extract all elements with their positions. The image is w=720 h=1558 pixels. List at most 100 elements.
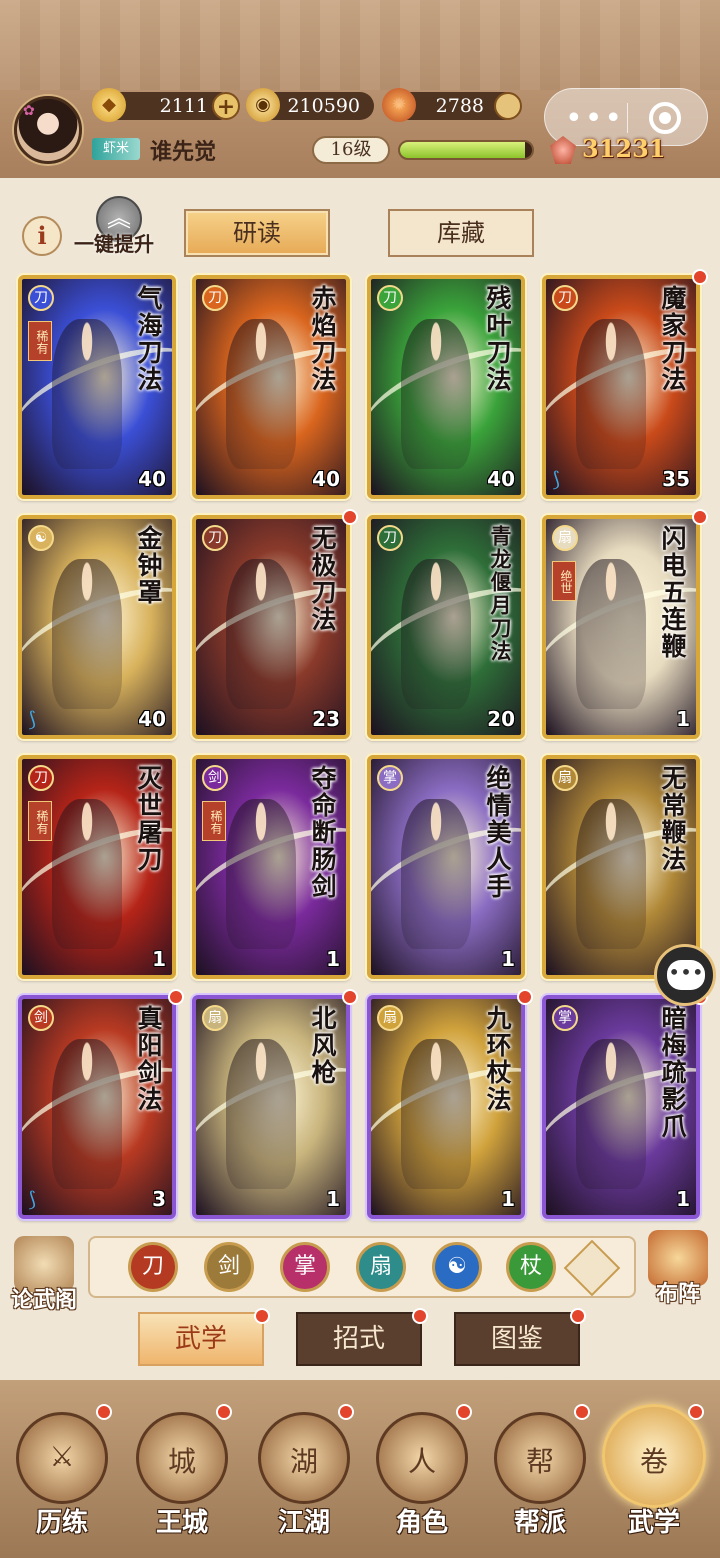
chat-button[interactable]: ••• [654,944,716,1006]
nav-pouch[interactable]: 湖江湖 [250,1404,358,1544]
subtab-martial[interactable]: 武学 [138,1312,264,1366]
gold-counter: ◆ 2111 + [92,88,240,122]
card-red-dot [342,989,358,1005]
lunwuge-button[interactable]: 论武阁 [6,1236,82,1314]
pouch-icon: 湖 [289,1445,318,1478]
skill-card[interactable]: 刀稀有 灭世屠刀 1 [18,755,176,979]
bowl-icon[interactable] [494,92,522,120]
staff-icon: 杖 [519,1254,542,1279]
coin-counter: ◉ 210590 [246,88,374,122]
card-title: 无极刀法 [308,525,337,633]
hat-icon: 人 [407,1445,436,1478]
card-title: 青龙偃月刀法 [488,525,513,663]
close-miniprogram-icon[interactable] [649,102,681,134]
more-icon[interactable]: ••• [565,101,624,136]
warrior-figure [226,559,296,709]
player-level: 16级 [312,136,390,164]
card-title: 气海刀法 [134,285,163,393]
nav-label: 历练 [35,1508,88,1538]
info-icon[interactable]: i [22,216,62,256]
card-red-dot [168,989,184,1005]
filter-sword-icon[interactable]: 剑 [204,1242,254,1292]
nav-red-dot [96,1404,112,1420]
warrior-figure [401,799,471,949]
nav-hat[interactable]: 人角色 [368,1404,476,1544]
card-count: 40 [138,707,166,731]
nav-emblem[interactable]: 帮帮派 [486,1404,594,1544]
nav-red-dot [574,1404,590,1420]
card-red-dot [692,269,708,285]
card-count: 1 [501,1187,515,1211]
nav-red-dot [688,1404,704,1420]
avatar[interactable]: ✿ [14,96,82,164]
subtab-moves[interactable]: 招式 [296,1312,422,1366]
skill-card[interactable]: 扇 北风枪 1 [192,995,350,1219]
fan-icon: 扇 [552,525,578,551]
warrior-figure [226,319,296,469]
rank-tag: 虾米 [92,138,140,160]
card-count: 20 [487,707,515,731]
skill-card[interactable]: 刀 魔家刀法 35 ⟆ [542,275,700,499]
skill-card[interactable]: 刀 无极刀法 23 [192,515,350,739]
nav-label: 王城 [155,1508,208,1538]
card-count: 23 [312,707,340,731]
saber-icon: 刀 [28,765,54,791]
skill-card[interactable]: 扇绝世 闪电五连鞭 1 [542,515,700,739]
lunwuge-label: 论武阁 [10,1287,77,1313]
emblem-icon: 帮 [525,1445,554,1478]
nav-label: 江湖 [277,1508,330,1538]
rarity-badge: 绝世 [552,561,576,601]
rarity-badge: 稀有 [202,801,226,841]
filter-taiji-icon[interactable]: ☯ [432,1242,482,1292]
card-title: 残叶刀法 [483,285,512,393]
nav-castle[interactable]: 城王城 [128,1404,236,1544]
filter-saber-icon[interactable]: 刀 [128,1242,178,1292]
skill-card[interactable]: 扇 九环杖法 1 [367,995,525,1219]
nav-sword[interactable]: ⚔ 历练 [8,1404,116,1544]
warrior-figure [226,1039,296,1189]
fan-icon: 扇 [202,1005,228,1031]
skill-card[interactable]: 刀稀有 气海刀法 40 [18,275,176,499]
water-drop-icon: ⟆ [28,1187,36,1211]
skill-card[interactable]: 掌 暗梅疏影爪 1 [542,995,700,1219]
nav-label: 武学 [627,1508,680,1538]
player-name: 谁先觉 [150,139,217,165]
card-title: 无常鞭法 [658,765,687,873]
saber-icon: 刀 [377,285,403,311]
taiji-icon: ☯ [28,525,54,551]
sword-icon: 剑 [28,1005,54,1031]
filter-fan-icon[interactable]: 扇 [356,1242,406,1292]
skill-card[interactable]: 掌 绝情美人手 1 [367,755,525,979]
nav-scroll[interactable]: 卷武学 [600,1404,708,1544]
skill-card[interactable]: 剑 真阳剑法 3 ⟆ [18,995,176,1219]
fan-icon: 扇 [369,1254,392,1279]
skill-card[interactable]: 刀 残叶刀法 40 [367,275,525,499]
warrior-figure [576,799,646,949]
skill-card[interactable]: ☯ 金钟罩 40 ⟆ [18,515,176,739]
nav-red-dot [338,1404,354,1420]
xp-bar [398,140,534,160]
subtab-martial-red-dot [254,1308,270,1324]
water-drop-icon: ⟆ [28,707,36,731]
skill-card[interactable]: 刀 赤焰刀法 40 [192,275,350,499]
filter-palm-icon[interactable]: 掌 [280,1242,330,1292]
card-title: 北风枪 [308,1005,337,1086]
water-drop-icon: ⟆ [552,467,560,491]
warrior-figure [52,1039,122,1189]
fire-icon: ✹ [382,88,416,122]
tab-read[interactable]: 研读 [184,209,330,257]
skill-card[interactable]: 刀 青龙偃月刀法 20 [367,515,525,739]
subtab-codex[interactable]: 图鉴 [454,1312,580,1366]
one-click-upgrade-label[interactable]: 一键提升 [74,228,154,257]
warrior-figure [401,1039,471,1189]
add-gold-button[interactable]: + [212,92,240,120]
formation-button[interactable]: 布阵 [640,1230,716,1308]
filter-staff-icon[interactable]: 杖 [506,1242,556,1292]
card-title: 灭世屠刀 [134,765,163,873]
warrior-figure [52,319,122,469]
card-count: 40 [138,467,166,491]
skill-card[interactable]: 剑稀有 夺命断肠剑 1 [192,755,350,979]
tab-store[interactable]: 库藏 [388,209,534,257]
warrior-figure [52,559,122,709]
card-count: 1 [152,947,166,971]
